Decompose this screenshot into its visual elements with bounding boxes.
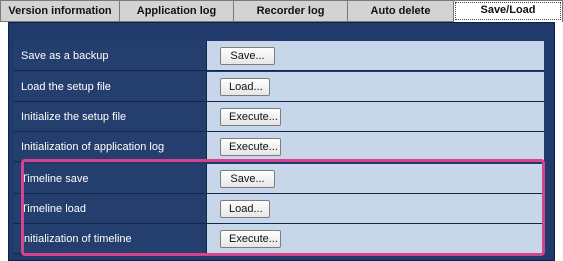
tab-version-information[interactable]: Version information [0,0,119,22]
row-initialize-application-log: Initialization of application log Execut… [14,132,544,162]
tab-auto-delete[interactable]: Auto delete [347,0,453,22]
row-label: Initialization of application log [14,132,207,161]
row-cell: Load... [207,72,544,101]
row-cell: Load... [207,194,544,223]
row-initialize-timeline: Initialization of timeline Execute... [14,224,544,254]
tab-bar: Version information Application log Reco… [0,0,563,22]
row-label: Initialize the setup file [14,102,207,131]
tab-save-load[interactable]: Save/Load [453,0,563,22]
row-cell: Save... [207,41,544,70]
row-cell: Execute... [207,132,544,161]
row-load-setup-file: Load the setup file Load... [14,72,544,102]
tab-recorder-log[interactable]: Recorder log [233,0,347,22]
row-label: Initialization of timeline [14,224,207,253]
row-cell: Execute... [207,102,544,131]
row-save-backup: Save as a backup Save... [14,41,544,71]
row-label: Load the setup file [14,72,207,101]
save-backup-button[interactable]: Save... [220,46,275,65]
initialize-setup-file-button[interactable]: Execute... [220,107,281,126]
tab-application-log[interactable]: Application log [119,0,233,22]
row-cell: Save... [207,164,544,193]
row-label: Save as a backup [14,41,207,70]
row-timeline-save: Timeline save Save... [14,164,544,194]
initialize-timeline-button[interactable]: Execute... [220,229,281,248]
row-label: Timeline load [14,194,207,223]
save-load-page: Version information Application log Reco… [0,0,563,261]
initialize-application-log-button[interactable]: Execute... [220,137,281,156]
timeline-save-button[interactable]: Save... [220,169,275,188]
row-cell: Execute... [207,224,544,253]
row-initialize-setup-file: Initialize the setup file Execute... [14,102,544,132]
load-setup-file-button[interactable]: Load... [220,77,270,96]
timeline-load-button[interactable]: Load... [220,199,270,218]
row-timeline-load: Timeline load Load... [14,194,544,224]
row-label: Timeline save [14,164,207,193]
